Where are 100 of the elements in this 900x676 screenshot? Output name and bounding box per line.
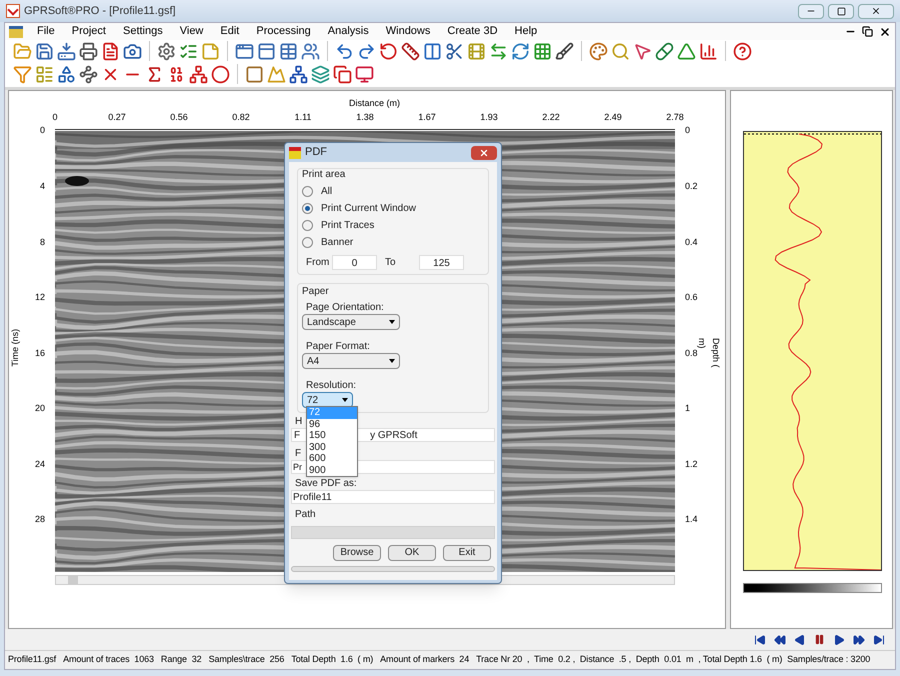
- close-button[interactable]: [471, 146, 497, 160]
- layers-icon[interactable]: [311, 64, 330, 84]
- back-icon[interactable]: [794, 634, 806, 646]
- funnel-icon[interactable]: [13, 64, 32, 84]
- dropdown-option[interactable]: 150: [307, 430, 357, 442]
- menu-item[interactable]: Settings: [122, 23, 163, 40]
- stacked-squares-icon[interactable]: [333, 64, 352, 84]
- ruler-icon[interactable]: [401, 42, 420, 61]
- field-label: Page Orientation:: [305, 301, 385, 312]
- users-icon[interactable]: [301, 42, 320, 61]
- printer-icon[interactable]: [79, 42, 98, 61]
- menu-item[interactable]: Help: [514, 23, 538, 40]
- axis-tick-label: 0: [52, 111, 58, 124]
- close-icon: [871, 6, 881, 16]
- dropdown-option[interactable]: 300: [307, 442, 357, 454]
- play-icon[interactable]: [833, 634, 845, 646]
- restore-icon[interactable]: [862, 26, 873, 37]
- dialog-button[interactable]: OK: [388, 545, 436, 562]
- camera-icon[interactable]: [123, 42, 142, 61]
- pointer-icon[interactable]: [633, 42, 652, 61]
- dialog-button[interactable]: Exit: [443, 545, 491, 562]
- format-dropdown[interactable]: A4: [302, 353, 400, 370]
- fork-icon[interactable]: [189, 64, 208, 84]
- last-icon[interactable]: [873, 634, 885, 646]
- scissors-icon[interactable]: [445, 42, 464, 61]
- menu-item[interactable]: File: [37, 23, 55, 40]
- orientation-dropdown[interactable]: Landscape: [302, 314, 400, 330]
- radio-button[interactable]: [302, 237, 313, 248]
- panel-icon[interactable]: [257, 42, 276, 61]
- close-button[interactable]: [858, 4, 894, 18]
- radio-button[interactable]: [302, 186, 313, 198]
- status-text: Amount of traces 1063: [63, 653, 154, 666]
- to-field[interactable]: 125: [419, 255, 464, 270]
- radio-label: Print Traces: [321, 219, 374, 234]
- menu-item[interactable]: Project: [72, 23, 106, 40]
- window-icon[interactable]: [235, 42, 254, 61]
- scrollbar-thumb[interactable]: [68, 576, 78, 584]
- maximize-icon: [836, 6, 846, 16]
- close-icon[interactable]: [879, 26, 891, 38]
- menu-item[interactable]: Processing: [256, 23, 311, 40]
- pause-icon[interactable]: [814, 634, 825, 646]
- disk-icon[interactable]: [57, 42, 76, 61]
- monitor-icon[interactable]: [355, 64, 374, 84]
- pdf-icon: [289, 146, 301, 159]
- axis-tick-label: 0.82: [232, 111, 250, 124]
- filename-field[interactable]: Profile11: [291, 490, 495, 504]
- palette-icon[interactable]: [589, 42, 608, 61]
- film-icon[interactable]: [467, 42, 486, 61]
- axis-tick-label: 0.27: [108, 111, 126, 124]
- document-icon[interactable]: [101, 42, 120, 61]
- grid-icon[interactable]: [533, 42, 552, 61]
- menu-item[interactable]: Analysis: [328, 23, 369, 40]
- path-icon[interactable]: [79, 64, 98, 84]
- axis-tick-label: 1: [685, 402, 690, 416]
- redo-icon[interactable]: [357, 42, 376, 61]
- menu-item[interactable]: Edit: [220, 23, 240, 40]
- axis-tick-label: 2.22: [542, 111, 560, 124]
- arrows-icon[interactable]: [489, 42, 508, 61]
- refresh-icon[interactable]: [511, 42, 530, 61]
- from-field[interactable]: 0: [332, 255, 377, 270]
- rewind-icon[interactable]: [774, 634, 786, 646]
- dialog-button[interactable]: Browse: [333, 545, 381, 562]
- peak-icon[interactable]: [677, 42, 696, 61]
- panel-icon[interactable]: [35, 64, 54, 84]
- status-text: Range 32: [160, 653, 202, 666]
- columns-icon[interactable]: [423, 42, 442, 61]
- axis-tick-label: 28: [34, 513, 45, 526]
- axis-title: Time (ns): [9, 329, 22, 367]
- menu-item[interactable]: Create 3D: [447, 23, 498, 40]
- radio-label: Banner: [321, 236, 354, 250]
- window-title: GPRSoft®PRO - [Profile11.gsf]: [24, 4, 177, 19]
- maximize-button[interactable]: [828, 4, 854, 18]
- dropdown-option[interactable]: 900: [307, 464, 357, 476]
- capsule-icon[interactable]: [655, 42, 674, 61]
- axis-tick-label: 1.67: [418, 111, 436, 124]
- curved-arrow-icon[interactable]: [379, 42, 398, 61]
- brush-icon[interactable]: [555, 42, 574, 61]
- fast-forward-icon[interactable]: [853, 634, 865, 646]
- dropdown-option[interactable]: 96: [307, 418, 357, 430]
- gear-icon[interactable]: [157, 42, 176, 61]
- undo-icon[interactable]: [335, 42, 354, 61]
- shape-icon[interactable]: [57, 64, 76, 84]
- field-label: H: [294, 416, 304, 428]
- table-icon[interactable]: [279, 42, 298, 61]
- axis-tick-label: 8: [40, 236, 45, 249]
- radio-button[interactable]: [302, 203, 313, 214]
- nodes-icon[interactable]: [289, 64, 308, 84]
- axis-tick-label: 0.2: [685, 180, 698, 194]
- field-label: F: [294, 448, 302, 460]
- save-icon[interactable]: [35, 42, 54, 61]
- menu-item[interactable]: Windows: [386, 23, 430, 40]
- radio-label: Print Current Window: [321, 202, 416, 216]
- status-text: Amount of markers 24: [380, 653, 470, 666]
- menu-item[interactable]: View: [180, 23, 204, 40]
- axis-tick-label: 1.11: [294, 111, 312, 124]
- radio-button[interactable]: [302, 220, 313, 232]
- status-text: Samples\trace 256: [208, 653, 284, 666]
- bar-chart-icon[interactable]: [699, 42, 718, 61]
- first-icon[interactable]: [754, 634, 766, 646]
- help-icon[interactable]: [733, 42, 752, 61]
